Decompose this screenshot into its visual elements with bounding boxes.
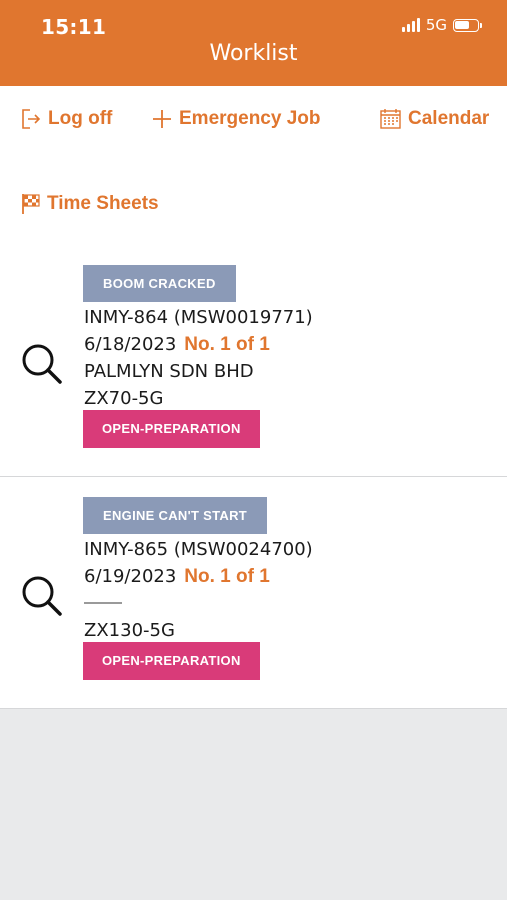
search-icon[interactable]	[20, 342, 64, 386]
timesheets-label: Time Sheets	[47, 193, 159, 214]
battery-icon	[453, 18, 482, 32]
signal-icon	[401, 18, 420, 32]
status-time: 15:11	[41, 15, 107, 39]
plus-icon	[153, 110, 171, 128]
job-card[interactable]: BOOM CRACKED INMY-864 (MSW0019771) 6/18/…	[0, 245, 507, 477]
status-badge[interactable]: OPEN-PREPARATION	[83, 410, 260, 448]
logoff-icon	[22, 109, 41, 129]
job-card[interactable]: ENGINE CAN'T START INMY-865 (MSW0024700)…	[0, 477, 507, 709]
timesheets-button[interactable]: Time Sheets	[20, 192, 159, 216]
calendar-label: Calendar	[408, 108, 490, 129]
empty-customer-dash	[84, 602, 122, 604]
machine-model: ZX70-5G	[84, 388, 164, 409]
toolbar: Log off Emergency Job Calendar Time Shee…	[0, 86, 507, 245]
calendar-button[interactable]: Calendar	[379, 107, 489, 131]
issue-tag: BOOM CRACKED	[83, 265, 236, 302]
job-date-row: 6/18/2023 No. 1 of 1	[84, 334, 270, 356]
job-date: 6/18/2023	[84, 334, 177, 355]
job-id: INMY-865 (MSW0024700)	[84, 539, 313, 560]
job-id: INMY-864 (MSW0019771)	[84, 307, 313, 328]
app-header: 15:11 5G Worklist	[0, 0, 507, 86]
status-indicators: 5G	[401, 16, 482, 34]
job-number: No. 1 of 1	[184, 566, 270, 587]
issue-tag: ENGINE CAN'T START	[83, 497, 268, 534]
emergency-job-label: Emergency Job	[179, 108, 321, 129]
job-number: No. 1 of 1	[184, 334, 270, 355]
machine-model: ZX130-5G	[84, 620, 175, 641]
status-badge[interactable]: OPEN-PREPARATION	[83, 642, 260, 680]
calendar-icon	[380, 109, 401, 129]
checkered-flag-icon	[22, 194, 40, 214]
search-icon[interactable]	[20, 574, 64, 618]
emergency-job-button[interactable]: Emergency Job	[151, 107, 321, 131]
logoff-label: Log off	[48, 108, 113, 129]
page-title: Worklist	[209, 41, 298, 66]
network-label: 5G	[425, 16, 447, 34]
logoff-button[interactable]: Log off	[20, 107, 112, 131]
customer-name: PALMLYN SDN BHD	[84, 361, 254, 382]
job-date-row: 6/19/2023 No. 1 of 1	[84, 566, 270, 588]
job-date: 6/19/2023	[84, 566, 177, 587]
